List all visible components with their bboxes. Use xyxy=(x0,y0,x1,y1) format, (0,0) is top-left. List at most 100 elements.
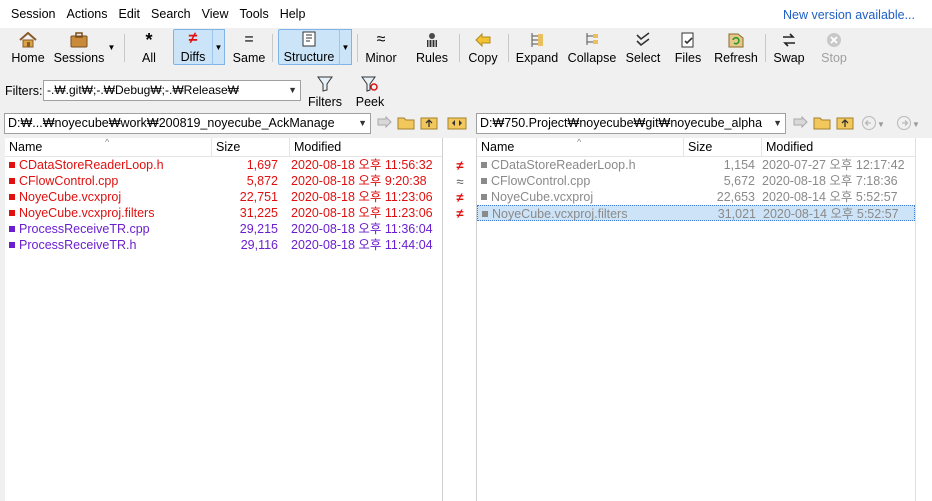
not-equal-icon: ≠ xyxy=(456,206,464,221)
briefcase-icon xyxy=(70,32,88,48)
file-diff-marker xyxy=(9,194,15,200)
right-column-header: Name ^ Size Modified xyxy=(477,138,915,157)
right-modified-column-header[interactable]: Modified xyxy=(762,138,915,157)
stop-button[interactable]: Stop xyxy=(818,29,850,65)
left-history-button[interactable] xyxy=(374,114,394,134)
all-button[interactable]: * All xyxy=(133,29,165,66)
toolbar-separator xyxy=(272,34,273,62)
left-file-pane[interactable]: Name ^ Size Modified CDataStoreReaderLoo… xyxy=(5,138,442,501)
left-up-folder-button[interactable] xyxy=(419,114,439,134)
files-button[interactable]: Files xyxy=(672,29,704,65)
vertical-scrollbar[interactable] xyxy=(915,138,932,501)
menu-edit[interactable]: Edit xyxy=(113,0,145,28)
not-equal-icon: ≠ xyxy=(188,30,198,47)
table-row[interactable]: NoyeCube.vcxproj 22,751 2020-08-18 오후 11… xyxy=(5,189,442,205)
right-file-pane[interactable]: Name ^ Size Modified CDataStoreReaderLoo… xyxy=(476,138,915,501)
table-row[interactable]: NoyeCube.vcxproj.filters 31,225 2020-08-… xyxy=(5,205,442,221)
home-icon xyxy=(19,32,37,48)
chevron-down-icon[interactable]: ▼ xyxy=(773,114,782,133)
comparison-gutter: ≠ ≈ ≠ ≠ xyxy=(442,138,476,501)
file-older-marker xyxy=(481,194,487,200)
sessions-button[interactable]: Sessions xyxy=(53,29,105,65)
not-equal-icon: ≠ xyxy=(456,190,464,205)
file-older-marker xyxy=(481,162,487,168)
expand-tree-icon xyxy=(529,32,545,48)
table-row[interactable]: ProcessReceiveTR.cpp 29,215 2020-08-18 오… xyxy=(5,221,442,237)
table-row[interactable]: CFlowControl.cpp 5,872 2020-08-18 오후 9:2… xyxy=(5,173,442,189)
funnel-icon xyxy=(317,76,333,92)
folder-up-icon xyxy=(836,116,854,133)
left-path-input[interactable]: D:₩...₩noyecube₩work₩200819_noyecube_Ack… xyxy=(4,113,371,134)
stop-icon xyxy=(826,32,842,48)
chevron-down-icon: ▼ xyxy=(341,42,350,52)
sessions-dropdown[interactable]: ▼ xyxy=(105,29,118,65)
left-name-column-header[interactable]: Name ^ xyxy=(5,138,212,157)
left-modified-column-header[interactable]: Modified xyxy=(290,138,442,157)
home-button[interactable]: Home xyxy=(9,29,47,65)
file-orphan-marker xyxy=(9,242,15,248)
right-up-folder-button[interactable] xyxy=(835,114,855,134)
collapse-tree-icon xyxy=(584,32,600,48)
table-row[interactable]: NoyeCube.vcxproj 22,653 2020-08-14 오후 5:… xyxy=(477,189,915,205)
menu-search[interactable]: Search xyxy=(146,0,196,28)
table-row[interactable]: ProcessReceiveTR.h 29,116 2020-08-18 오후 … xyxy=(5,237,442,253)
filters-button[interactable]: Filters xyxy=(306,73,344,109)
swap-button[interactable]: Swap xyxy=(772,29,806,65)
toolbar: Home Sessions ▼ * All ≠ Diffs ▼ = Same S… xyxy=(0,28,932,68)
chevron-down-icon: ▼ xyxy=(214,42,223,52)
funnel-peek-icon xyxy=(361,76,379,92)
peek-button[interactable]: Peek xyxy=(352,73,388,109)
chevron-down-icon[interactable]: ▼ xyxy=(358,114,367,133)
right-browse-button[interactable] xyxy=(812,114,832,134)
expand-button[interactable]: Expand xyxy=(514,29,560,65)
forward-dropdown[interactable]: ▼ xyxy=(910,114,922,134)
chevron-down-icon: ▼ xyxy=(107,42,116,52)
table-row-selected[interactable]: NoyeCube.vcxproj.filters 31,021 2020-08-… xyxy=(477,205,915,221)
filter-input[interactable]: -.₩.git₩;-.₩Debug₩;-.₩Release₩ ▼ xyxy=(43,80,301,101)
toolbar-separator xyxy=(765,34,766,62)
copy-button[interactable]: Copy xyxy=(464,29,502,65)
new-version-link[interactable]: New version available... xyxy=(783,0,915,30)
collapse-button[interactable]: Collapse xyxy=(566,29,618,65)
same-button[interactable]: = Same xyxy=(231,29,267,65)
menu-tools[interactable]: Tools xyxy=(235,0,274,28)
back-dropdown[interactable]: ▼ xyxy=(875,114,887,134)
chevron-down-icon[interactable]: ▼ xyxy=(288,81,297,100)
table-row[interactable]: CDataStoreReaderLoop.h 1,697 2020-08-18 … xyxy=(5,157,442,173)
folder-open-icon xyxy=(397,116,415,133)
table-row[interactable]: CDataStoreReaderLoop.h 1,154 2020-07-27 … xyxy=(477,157,915,173)
arrow-down-right-icon xyxy=(376,115,392,133)
toolbar-separator xyxy=(357,34,358,62)
arrow-left-icon xyxy=(475,32,491,48)
sort-ascending-icon: ^ xyxy=(577,138,582,147)
structure-dropdown[interactable]: ▼ xyxy=(339,29,352,65)
diffs-button[interactable]: ≠ Diffs xyxy=(173,29,213,65)
table-row[interactable]: CFlowControl.cpp 5,672 2020-08-18 오후 7:1… xyxy=(477,173,915,189)
rules-button[interactable]: Rules xyxy=(414,29,450,65)
right-history-button[interactable] xyxy=(790,114,810,134)
toolbar-separator xyxy=(124,34,125,62)
swap-folders-button[interactable] xyxy=(447,114,467,134)
menu-bar: Session Actions Edit Search View Tools H… xyxy=(0,0,932,28)
right-path-bar: D:₩750.Project₩noyecube₩git₩noyecube_alp… xyxy=(476,112,932,136)
right-name-column-header[interactable]: Name ^ xyxy=(477,138,684,157)
minor-button[interactable]: ≈ Minor xyxy=(362,29,400,65)
left-size-column-header[interactable]: Size xyxy=(212,138,290,157)
menu-view[interactable]: View xyxy=(197,0,234,28)
approx-icon: ≈ xyxy=(456,174,464,189)
file-diff-marker xyxy=(9,210,15,216)
right-path-input[interactable]: D:₩750.Project₩noyecube₩git₩noyecube_alp… xyxy=(476,113,786,134)
menu-session[interactable]: Session xyxy=(6,0,60,28)
filter-label: Filters: xyxy=(5,84,43,98)
left-column-header: Name ^ Size Modified xyxy=(5,138,442,157)
menu-actions[interactable]: Actions xyxy=(61,0,112,28)
left-browse-button[interactable] xyxy=(396,114,416,134)
menu-help[interactable]: Help xyxy=(275,0,311,28)
refresh-button[interactable]: Refresh xyxy=(714,29,758,65)
select-button[interactable]: Select xyxy=(624,29,662,65)
right-size-column-header[interactable]: Size xyxy=(684,138,762,157)
sort-ascending-icon: ^ xyxy=(105,138,110,147)
structure-button[interactable]: Structure xyxy=(278,29,340,65)
diffs-dropdown[interactable]: ▼ xyxy=(212,29,225,65)
folder-open-icon xyxy=(813,116,831,133)
